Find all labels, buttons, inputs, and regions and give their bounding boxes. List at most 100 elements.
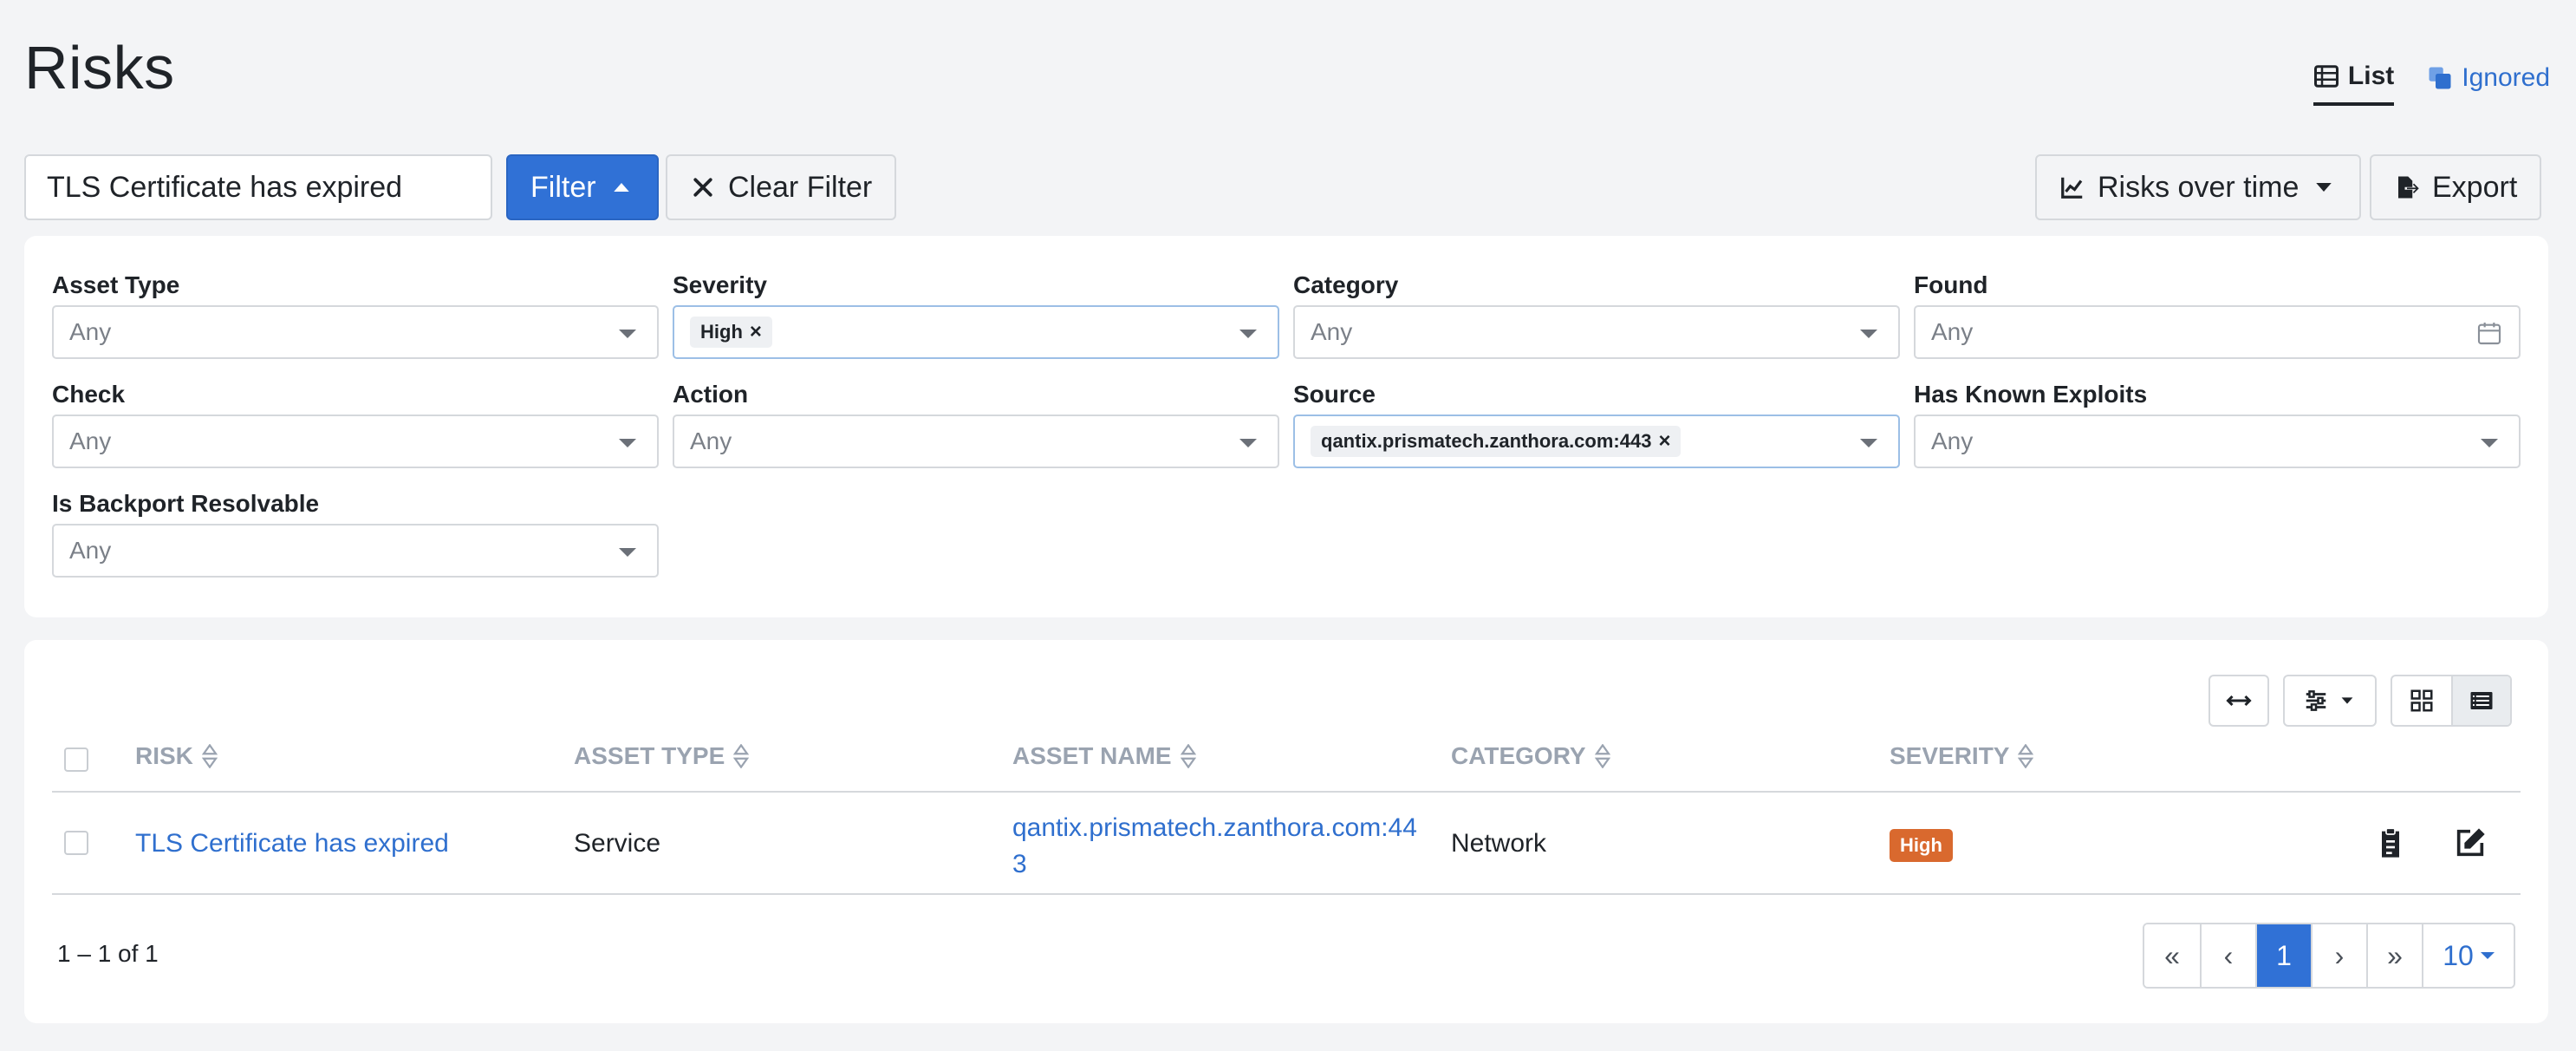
asset-name-link[interactable]: qantix.prismatech.zanthora.com:44 3 [1012, 810, 1417, 883]
list-icon [2313, 65, 2339, 88]
sort-icon [1180, 744, 1196, 768]
asset-type-label: Asset Type [52, 271, 180, 298]
expand-columns-button[interactable] [2208, 675, 2269, 727]
arrows-horizontal-icon [2226, 695, 2252, 707]
chevron-down-icon [1239, 330, 1257, 338]
found-label: Found [1914, 271, 1988, 298]
source-label: Source [1293, 381, 1376, 408]
asset-type-select[interactable]: Any [52, 305, 659, 359]
view-mode-toggle [2391, 675, 2512, 727]
risks-over-time-label: Risks over time [2098, 170, 2300, 204]
category-value: Any [1311, 318, 1353, 345]
column-header-severity-label: SEVERITY [1890, 742, 2010, 769]
filter-button[interactable]: Filter [506, 154, 659, 220]
source-select[interactable]: qantix.prismatech.zanthora.com:443 × [1293, 415, 1900, 468]
has-known-exploits-value: Any [1931, 428, 1974, 454]
risks-page: Risks List Ignored Filter Clear Filter [0, 0, 2576, 1051]
sort-icon [201, 744, 218, 768]
source-chip-label: qantix.prismatech.zanthora.com:443 [1321, 430, 1652, 452]
chevron-down-icon [1860, 439, 1877, 447]
edit-icon[interactable] [2453, 826, 2488, 860]
tab-list-label: List [2347, 62, 2395, 90]
found-date-input[interactable]: Any [1914, 305, 2521, 359]
caret-down-icon [2480, 952, 2495, 959]
has-known-exploits-label: Has Known Exploits [1914, 381, 2148, 408]
chart-line-icon [2061, 177, 2083, 199]
is-backport-resolvable-label: Is Backport Resolvable [52, 490, 320, 517]
list-view-button[interactable] [2451, 676, 2510, 725]
column-header-asset-name-label: ASSET NAME [1012, 742, 1172, 769]
pagination: « ‹ 1 › » 10 [2143, 923, 2515, 989]
page-title: Risks [24, 34, 175, 101]
check-value: Any [69, 428, 112, 454]
calendar-icon [2477, 323, 2501, 345]
header-divider [52, 791, 2521, 793]
clear-filter-button[interactable]: Clear Filter [666, 154, 897, 220]
tab-list[interactable]: List [2313, 55, 2395, 106]
tab-ignored[interactable]: Ignored [2427, 55, 2550, 106]
is-backport-resolvable-value: Any [69, 537, 112, 564]
sliders-icon [2306, 690, 2326, 711]
filter-panel: Asset Type Any Severity High × Category … [24, 236, 2548, 617]
prev-page-button[interactable]: ‹ [2200, 924, 2255, 987]
filter-button-label: Filter [530, 170, 596, 204]
clipboard-icon[interactable] [2373, 826, 2408, 860]
results-panel: RISK ASSET TYPE ASSET NAME CATEGORY SEVE… [24, 640, 2548, 1023]
category-filter: Category Any [1293, 272, 1900, 359]
action-select[interactable]: Any [673, 415, 1279, 468]
clear-filter-label: Clear Filter [728, 170, 873, 204]
action-label: Action [673, 381, 749, 408]
column-settings-button[interactable] [2283, 675, 2377, 727]
first-page-button[interactable]: « [2144, 924, 2200, 987]
asset-name-line2: 3 [1012, 850, 1027, 878]
column-header-risk[interactable]: RISK [135, 742, 218, 770]
column-header-severity[interactable]: SEVERITY [1890, 742, 2034, 770]
has-known-exploits-select[interactable]: Any [1914, 415, 2521, 468]
row-divider [52, 893, 2521, 895]
remove-chip-icon[interactable]: × [1658, 429, 1670, 454]
asset-type-value: Any [69, 318, 112, 345]
next-page-button[interactable]: › [2311, 924, 2366, 987]
category-cell: Network [1451, 829, 1547, 858]
grid-view-button[interactable] [2392, 676, 2451, 725]
category-select[interactable]: Any [1293, 305, 1900, 359]
severity-chip: High × [690, 317, 772, 348]
search-input[interactable] [24, 154, 492, 220]
found-value: Any [1931, 318, 1974, 345]
chevron-down-icon [2481, 439, 2498, 447]
remove-chip-icon[interactable]: × [750, 320, 762, 344]
severity-chip-label: High [700, 321, 743, 343]
current-page-button[interactable]: 1 [2255, 924, 2311, 987]
page-size-select[interactable]: 10 [2422, 924, 2514, 987]
asset-name-line1: qantix.prismatech.zanthora.com:44 [1012, 813, 1417, 842]
column-header-asset-name[interactable]: ASSET NAME [1012, 742, 1196, 770]
found-filter: Found Any [1914, 272, 2521, 359]
is-backport-resolvable-select[interactable]: Any [52, 524, 659, 578]
ignored-icon [2429, 67, 2451, 89]
column-header-asset-type[interactable]: ASSET TYPE [574, 742, 750, 770]
chevron-down-icon [619, 330, 636, 338]
close-icon [693, 178, 712, 197]
pagination-range: 1 – 1 of 1 [57, 940, 159, 967]
risk-link[interactable]: TLS Certificate has expired [135, 829, 449, 858]
chevron-down-icon [619, 439, 636, 447]
column-header-category-label: CATEGORY [1451, 742, 1586, 769]
row-checkbox[interactable] [64, 831, 88, 855]
risks-over-time-button[interactable]: Risks over time [2035, 154, 2362, 220]
severity-select[interactable]: High × [673, 305, 1279, 359]
chevron-down-icon [619, 548, 636, 557]
last-page-button[interactable]: » [2366, 924, 2422, 987]
column-header-risk-label: RISK [135, 742, 193, 769]
severity-badge: High [1890, 829, 1953, 862]
source-filter: Source qantix.prismatech.zanthora.com:44… [1293, 382, 1900, 468]
severity-filter: Severity High × [673, 272, 1279, 359]
grid-icon [2410, 689, 2433, 712]
check-select[interactable]: Any [52, 415, 659, 468]
column-header-category[interactable]: CATEGORY [1451, 742, 1610, 770]
sort-icon [1594, 744, 1610, 768]
export-button[interactable]: Export [2370, 154, 2542, 220]
caret-up-icon [613, 183, 629, 192]
category-label: Category [1293, 271, 1399, 298]
select-all-checkbox[interactable] [64, 747, 88, 772]
source-chip: qantix.prismatech.zanthora.com:443 × [1311, 426, 1682, 457]
